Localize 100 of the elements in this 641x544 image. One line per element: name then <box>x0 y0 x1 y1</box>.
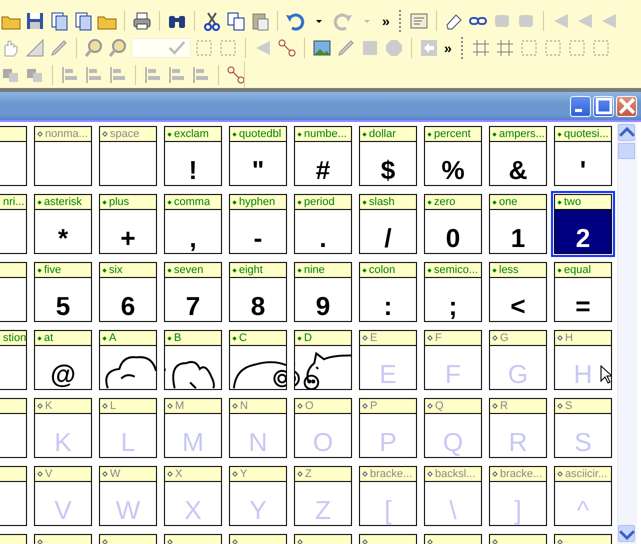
glyph-cell[interactable]: asterisk * <box>34 194 92 254</box>
glyph-cell[interactable]: C <box>229 330 287 390</box>
glyph-character: 0 <box>446 223 460 253</box>
glyph-name: hyphen <box>239 195 276 209</box>
glyph-cell[interactable]: backsl... \ <box>424 466 482 526</box>
glyph-name: less <box>499 263 519 277</box>
glyph-character: < <box>510 291 526 321</box>
glyph-cell[interactable]: bracke... ] <box>489 466 547 526</box>
glyph-character: # <box>316 155 330 185</box>
glyph-cell[interactable] <box>0 262 27 322</box>
glyph-cell[interactable]: exclam ! <box>164 126 222 186</box>
zoom-in-icon[interactable] <box>83 37 105 59</box>
glyph-character: [ <box>384 495 392 525</box>
glyph-cell[interactable]: comma , <box>164 194 222 254</box>
glyph-character: 1 <box>510 223 526 253</box>
glyph-name: F <box>435 331 442 345</box>
close-button[interactable] <box>616 96 637 116</box>
glyph-cell[interactable]: asciicir... ^ <box>554 466 612 526</box>
more-tools-chevron[interactable]: » <box>442 41 454 55</box>
glyph-cell[interactable]: nri... <box>0 194 27 254</box>
glyph-character: \ <box>449 495 457 525</box>
glyph-name: C <box>239 331 247 345</box>
glyph-cell[interactable]: eight 8 <box>229 262 287 322</box>
glyph-cell[interactable]: one 1 <box>489 194 547 254</box>
glyph-cell[interactable]: equal = <box>554 262 612 322</box>
glyph-cell[interactable]: nonma... <box>34 126 92 186</box>
nodes-icon[interactable] <box>276 37 298 59</box>
glyph-name: X <box>175 467 182 481</box>
glyph-name: P <box>370 399 378 413</box>
mouse-pointer-icon <box>600 365 612 384</box>
glyph-character: $ <box>380 155 396 185</box>
glyph-cell[interactable]: percent % <box>424 126 482 186</box>
glyph-character: - <box>254 223 262 253</box>
glyph-name: quotedbl <box>239 127 282 141</box>
glyph-name: slash <box>369 195 395 209</box>
glyph-name: asciicir... <box>565 467 608 481</box>
glyph-cell[interactable]: five 5 <box>34 262 92 322</box>
scissors-icon[interactable] <box>201 10 223 32</box>
glyph-name: space <box>110 127 140 141</box>
glyph-cell[interactable]: quotedbl " <box>229 126 287 186</box>
glyph-name: A <box>109 331 116 345</box>
printer-icon[interactable] <box>131 10 153 32</box>
glyph-name: N <box>240 399 248 413</box>
glyph-cell[interactable] <box>0 398 27 458</box>
glyph-cell[interactable]: at @ <box>34 330 92 390</box>
glyph-name: backsl... <box>435 467 476 481</box>
glyph-cell[interactable]: bracke... [ <box>359 466 417 526</box>
scroll-thumb[interactable] <box>618 143 635 159</box>
glyph-name: R <box>500 399 508 413</box>
glyph-name: dollar <box>369 127 396 141</box>
glyph-name: W <box>110 467 120 481</box>
minimize-button[interactable] <box>570 96 591 116</box>
nodes-icon[interactable] <box>225 64 244 86</box>
glyph-name: B <box>174 331 182 345</box>
glyph-name: E <box>370 331 378 345</box>
glyph-cell[interactable] <box>0 466 27 526</box>
glyph-cell[interactable]: hyphen - <box>229 194 287 254</box>
glyph-character: @ <box>50 359 76 389</box>
glyph-character: + <box>120 223 136 253</box>
glyph-name: K <box>45 399 52 413</box>
glyph-name: numbe... <box>304 127 347 141</box>
glyph-cell[interactable]: zero 0 <box>424 194 482 254</box>
glyph-cell[interactable]: slash / <box>359 194 417 254</box>
glyph-cell[interactable]: dollar $ <box>359 126 417 186</box>
glyph-character: ' <box>580 155 586 185</box>
glyph-cell[interactable]: semico... ; <box>424 262 482 322</box>
glyph-name: quotesi... <box>564 127 609 141</box>
glyph-character: . <box>319 223 327 253</box>
glyph-cell[interactable]: seven 7 <box>164 262 222 322</box>
glyph-cell[interactable]: plus + <box>99 194 157 254</box>
glyph-name: O <box>305 399 314 413</box>
glyph-cell[interactable]: B <box>164 330 222 390</box>
glyph-cell[interactable]: A <box>99 330 157 390</box>
glyph-cell[interactable]: stion <box>0 330 27 390</box>
glyph-character: ^ <box>576 495 590 525</box>
glyph-cell[interactable]: less < <box>489 262 547 322</box>
glyph-name: exclam <box>174 127 209 141</box>
glyph-cell[interactable]: nine 9 <box>294 262 352 322</box>
ruler-icon[interactable] <box>24 37 46 59</box>
glyph-cell[interactable]: numbe... # <box>294 126 352 186</box>
more-tools-chevron[interactable]: » <box>380 14 392 28</box>
copy-icon[interactable] <box>225 10 247 32</box>
glyph-cell[interactable]: six 6 <box>99 262 157 322</box>
glyph-cell[interactable]: colon : <box>359 262 417 322</box>
glyph-cell[interactable] <box>0 126 27 186</box>
glyph-cell[interactable]: ampers... & <box>489 126 547 186</box>
glyph-name: eight <box>239 263 263 277</box>
glyph-cell[interactable]: D <box>294 330 352 390</box>
glyph-cell[interactable]: space <box>99 126 157 186</box>
glyph-cell[interactable]: two 2 <box>554 194 612 254</box>
glyph-character: " <box>252 155 264 185</box>
glyph-cell[interactable]: quotesi... ' <box>554 126 612 186</box>
glyph-name: H <box>565 331 573 345</box>
maximize-button[interactable] <box>593 96 614 116</box>
scrollbar[interactable] <box>617 122 637 544</box>
glyph-character: ] <box>514 495 522 525</box>
glyph-name: one <box>499 195 518 209</box>
zoom-out-icon[interactable] <box>107 37 129 59</box>
glyph-name: S <box>565 399 572 413</box>
glyph-cell[interactable]: period . <box>294 194 352 254</box>
